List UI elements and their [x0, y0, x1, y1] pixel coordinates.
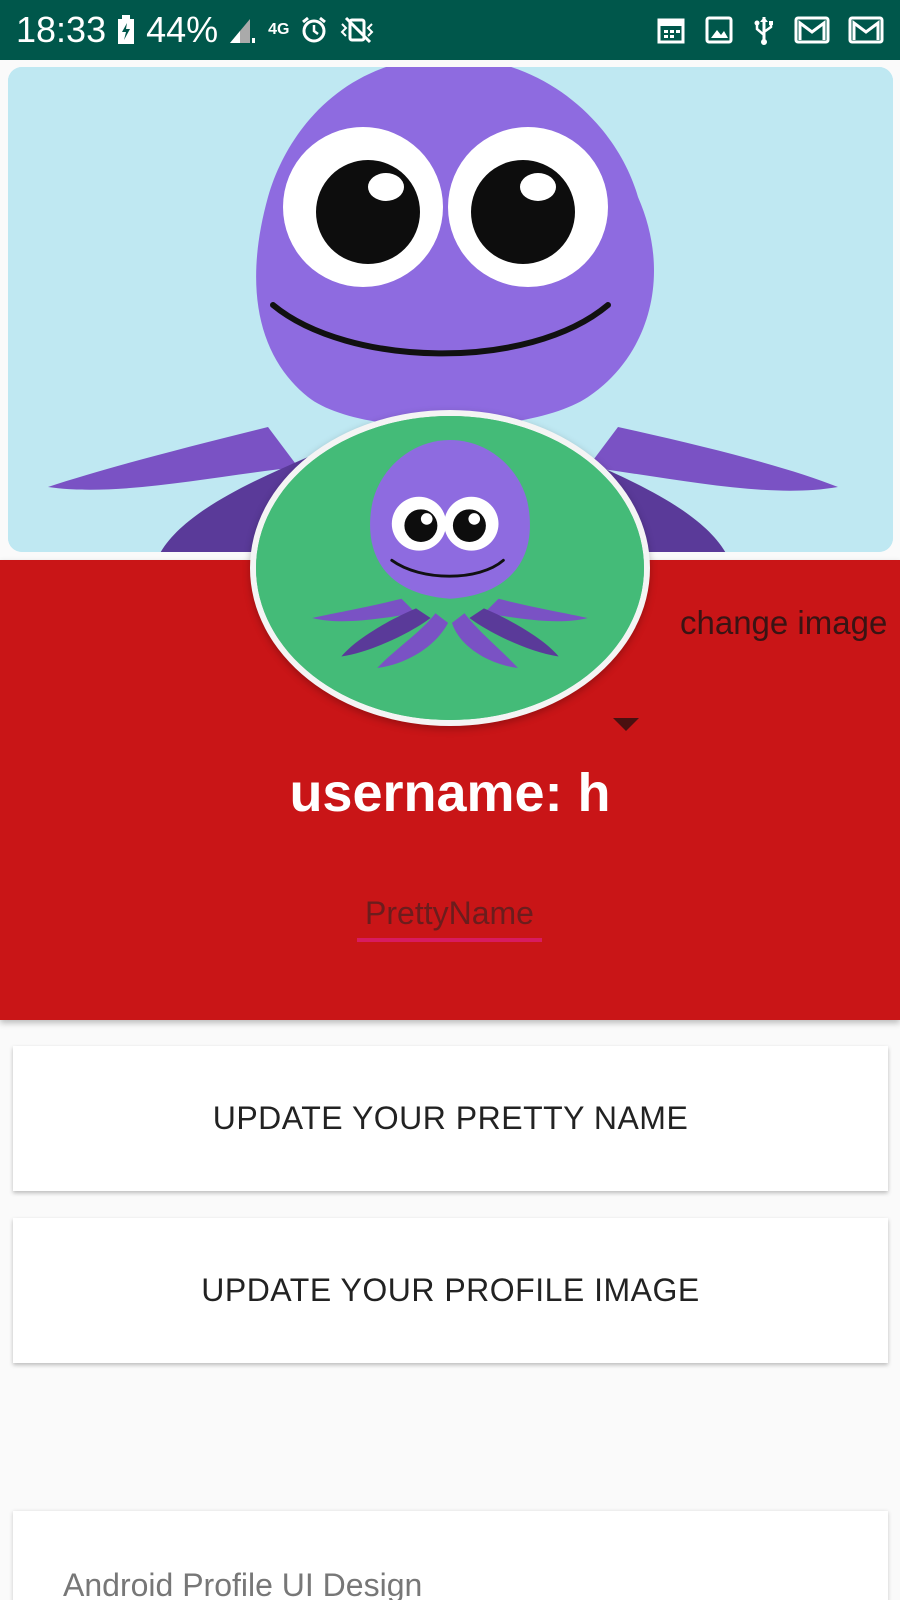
gmail-icon — [794, 16, 830, 44]
usb-icon — [752, 15, 776, 45]
octopus-avatar-illustration — [256, 416, 644, 720]
pretty-name-input[interactable] — [357, 888, 542, 942]
dropdown-arrow-icon[interactable] — [613, 718, 639, 731]
profile-screen: 18:33 44% 4G change image username: h Pr… — [0, 0, 900, 1600]
battery-percent: 44% — [146, 9, 219, 50]
status-time: 18:33 — [16, 9, 107, 50]
username-label: username: h — [289, 763, 611, 823]
info-card: Android Profile UI Design — [13, 1511, 888, 1600]
card-caption: Android Profile UI Design — [63, 1567, 423, 1600]
network-label: 4G — [268, 21, 290, 38]
update-pretty-name-button[interactable]: UPDATE YOUR PRETTY NAME — [13, 1046, 888, 1191]
alarm-icon — [300, 16, 328, 44]
battery-charging-icon — [116, 15, 136, 45]
profile-avatar[interactable] — [250, 410, 650, 726]
status-bar: 18:33 44% 4G — [0, 0, 900, 60]
image-icon — [704, 15, 734, 45]
signal-icon — [228, 15, 258, 45]
vibrate-icon — [338, 16, 378, 44]
data-4g-icon: 4G — [268, 21, 290, 38]
gmail-icon — [848, 16, 884, 44]
calendar-icon — [656, 15, 686, 45]
update-profile-image-button[interactable]: UPDATE YOUR PROFILE IMAGE — [13, 1218, 888, 1363]
change-image-link[interactable]: change image — [680, 604, 887, 642]
